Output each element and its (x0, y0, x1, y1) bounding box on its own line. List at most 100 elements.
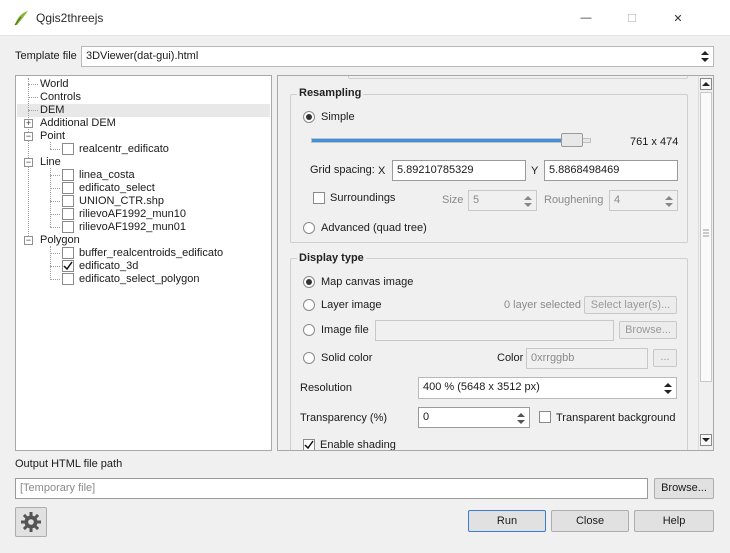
transparency-value: 0 (423, 411, 430, 423)
transparency-label: Transparency (%) (300, 412, 388, 424)
run-button[interactable]: Run (468, 510, 546, 532)
size-spinbox[interactable]: 5 (468, 190, 537, 211)
solid-color-label: Solid color (321, 352, 373, 364)
advanced-radio[interactable] (303, 222, 315, 234)
tree-line (50, 266, 60, 267)
close-icon: ✕ (673, 12, 683, 25)
help-button[interactable]: Help (634, 510, 714, 532)
browse-image-button[interactable]: Browse... (619, 321, 677, 339)
y-label: Y (531, 165, 539, 177)
resolution-slider-handle[interactable] (561, 133, 583, 147)
simple-radio[interactable] (303, 111, 315, 123)
tree-item-line[interactable]: Line (40, 156, 61, 169)
minimize-button[interactable]: — (563, 0, 609, 36)
color-picker-button[interactable]: ... (653, 349, 677, 367)
close-button[interactable]: Close (551, 510, 629, 532)
tree-line (50, 201, 60, 202)
map-canvas-radio[interactable] (303, 276, 315, 288)
image-file-radio[interactable] (303, 324, 315, 336)
tree-item-layer[interactable]: edificato_3d (79, 260, 138, 273)
spin-arrows-icon (516, 411, 526, 426)
combo-arrows-icon (663, 381, 673, 396)
tree-item-layer[interactable]: linea_costa (79, 169, 135, 182)
scroll-thumb[interactable] (700, 92, 712, 382)
layer-checkbox[interactable] (62, 247, 74, 259)
tree-line (28, 84, 38, 85)
collapse-icon[interactable]: − (24, 158, 33, 167)
qgis2threejs-app-icon (14, 11, 28, 26)
tree-item-polygon[interactable]: Polygon (40, 234, 80, 247)
spin-arrows-icon (523, 194, 533, 209)
template-file-label: Template file (15, 50, 77, 62)
layer-checkbox[interactable] (62, 221, 74, 233)
map-canvas-label: Map canvas image (321, 276, 414, 288)
roughening-spinbox[interactable]: 4 (609, 190, 678, 211)
layer-checkbox-checked[interactable] (62, 260, 74, 272)
arrow-down-icon (702, 438, 710, 442)
layer-checkbox[interactable] (62, 208, 74, 220)
tree-line (50, 227, 60, 228)
scroll-down-button[interactable] (700, 434, 712, 446)
resolution-combo[interactable]: 400 % (5648 x 3512 px) (418, 377, 677, 399)
collapse-icon[interactable]: − (24, 236, 33, 245)
solid-color-radio[interactable] (303, 352, 315, 364)
tree-line (28, 110, 38, 111)
maximize-button[interactable]: ☐ (609, 0, 655, 36)
enable-shading-checkbox[interactable] (303, 439, 315, 450)
tree-line (50, 149, 60, 150)
grid-spacing-label: Grid spacing: (310, 164, 375, 176)
tree-item-layer[interactable]: realcentr_edificato (79, 143, 169, 156)
tree-item-layer[interactable]: edificato_select_polygon (79, 273, 199, 286)
checkmark-icon (304, 440, 314, 450)
combo-arrows-icon (700, 49, 710, 64)
vertical-scrollbar[interactable] (698, 76, 713, 450)
browse-output-button[interactable]: Browse... (654, 478, 714, 499)
scroll-up-button[interactable] (700, 78, 712, 90)
tree-item-controls[interactable]: Controls (40, 91, 81, 104)
window-title: Qgis2threejs (36, 11, 104, 25)
tree-item-layer[interactable]: rilievoAF1992_mun01 (79, 221, 186, 234)
tree-item-layer[interactable]: buffer_realcentroids_edificato (79, 247, 223, 260)
collapse-icon[interactable]: − (24, 132, 33, 141)
transparent-background-checkbox[interactable] (539, 411, 551, 423)
transparency-spinbox[interactable]: 0 (418, 407, 530, 428)
minimize-icon: — (580, 12, 592, 24)
surroundings-checkbox[interactable] (313, 192, 325, 204)
tree-item-point[interactable]: Point (40, 130, 65, 143)
resolution-slider-track[interactable] (311, 138, 591, 143)
tree-line (50, 142, 51, 149)
title-bar: Qgis2threejs — ☐ ✕ (0, 0, 730, 36)
settings-button[interactable] (15, 507, 47, 537)
layer-checkbox[interactable] (62, 169, 74, 181)
tree-item-layer[interactable]: rilievoAF1992_mun10 (79, 208, 186, 221)
resolution-value: 400 % (5648 x 3512 px) (423, 381, 540, 393)
layer-checkbox[interactable] (62, 273, 74, 285)
grid-spacing-x-field[interactable]: 5.89210785329 (392, 160, 526, 181)
layer-checkbox[interactable] (62, 182, 74, 194)
select-layers-button[interactable]: Select layer(s)... (584, 296, 677, 314)
close-window-button[interactable]: ✕ (655, 0, 701, 36)
arrow-up-icon (702, 82, 710, 86)
image-file-field[interactable] (375, 320, 614, 341)
properties-panel[interactable]: Resampling Simple 761 x 474 Grid spacing… (277, 75, 714, 451)
layer-tree[interactable]: World Controls DEM + Additional DEM − Po… (15, 75, 272, 451)
layer-checkbox[interactable] (62, 195, 74, 207)
tree-item-layer[interactable]: UNION_CTR.shp (79, 195, 164, 208)
layer-checkbox[interactable] (62, 143, 74, 155)
layer-image-radio[interactable] (303, 299, 315, 311)
color-label: Color (497, 352, 524, 364)
surroundings-label: Surroundings (330, 192, 396, 204)
color-field[interactable]: 0xrrggbb (526, 348, 648, 369)
tree-item-additional-dem[interactable]: Additional DEM (40, 117, 116, 130)
layer-image-label: Layer image (321, 299, 382, 311)
roughening-label: Roughening (544, 194, 604, 206)
tree-item-dem[interactable]: DEM (40, 104, 64, 117)
expand-icon[interactable]: + (24, 119, 33, 128)
template-file-combo[interactable]: 3DViewer(dat-gui).html (81, 46, 714, 67)
output-path-field[interactable]: [Temporary file] (15, 478, 648, 499)
grid-spacing-y-field[interactable]: 5.8868498469 (544, 160, 678, 181)
tree-item-layer[interactable]: edificato_select (79, 182, 155, 195)
layer-selected-text: 0 layer selected (504, 299, 582, 311)
simple-label: Simple (321, 111, 355, 123)
tree-item-world[interactable]: World (40, 78, 69, 91)
